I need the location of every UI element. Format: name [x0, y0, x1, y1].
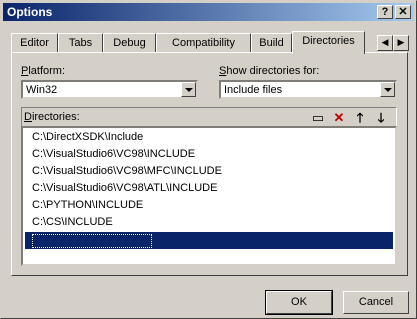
directories-list[interactable]: C:\DirectXSDK\Include C:\VisualStudio6\V…: [21, 126, 397, 266]
window-title: Options: [7, 5, 53, 19]
title-bar[interactable]: Options ? ✕: [3, 3, 414, 21]
show-directories-label: Show directories for:: [219, 65, 320, 77]
platform-label: Platform:: [21, 65, 66, 77]
show-directories-value: Include files: [224, 84, 283, 96]
show-directories-select[interactable]: Include files: [219, 80, 397, 99]
list-item[interactable]: C:\DirectXSDK\Include: [25, 129, 393, 146]
tab-directories[interactable]: Directories: [292, 31, 365, 54]
directories-label: Directories:: [24, 111, 80, 123]
chevron-down-icon[interactable]: [181, 82, 196, 97]
list-item[interactable]: C:\CS\INCLUDE: [25, 214, 393, 231]
delete-icon[interactable]: ✕: [331, 110, 347, 126]
tab-compatibility[interactable]: Compatibility: [156, 33, 251, 53]
tab-scroll-right-icon[interactable]: ▶: [393, 35, 409, 51]
directories-header: Directories: ▭ ✕ 🡑 🡓: [21, 107, 397, 127]
list-item[interactable]: C:\VisualStudio6\VC98\ATL\INCLUDE: [25, 180, 393, 197]
options-dialog: Options ? ✕ Editor Tabs Debug Compatibil…: [0, 0, 417, 319]
platform-value: Win32: [26, 84, 58, 96]
tab-editor[interactable]: Editor: [11, 33, 58, 53]
ok-button[interactable]: OK: [265, 290, 333, 315]
new-folder-icon[interactable]: ▭: [310, 110, 326, 126]
close-button[interactable]: ✕: [395, 5, 411, 19]
move-up-icon[interactable]: 🡑: [352, 110, 368, 126]
tab-build[interactable]: Build: [251, 33, 292, 53]
help-button[interactable]: ?: [377, 5, 393, 19]
list-item[interactable]: C:\PYTHON\INCLUDE: [25, 197, 393, 214]
platform-select[interactable]: Win32: [21, 80, 198, 99]
list-item[interactable]: C:\VisualStudio6\VC98\INCLUDE: [25, 146, 393, 163]
move-down-icon[interactable]: 🡓: [373, 110, 389, 126]
chevron-down-icon[interactable]: [380, 82, 395, 97]
new-entry-edit-field[interactable]: [32, 234, 152, 248]
list-item[interactable]: C:\VisualStudio6\VC98\MFC\INCLUDE: [25, 163, 393, 180]
cancel-button[interactable]: Cancel: [343, 291, 409, 314]
tab-scroll-left-icon[interactable]: ◀: [377, 35, 393, 51]
tab-debug[interactable]: Debug: [103, 33, 156, 53]
list-item-selected[interactable]: [25, 232, 393, 249]
tab-tabs[interactable]: Tabs: [58, 33, 103, 53]
